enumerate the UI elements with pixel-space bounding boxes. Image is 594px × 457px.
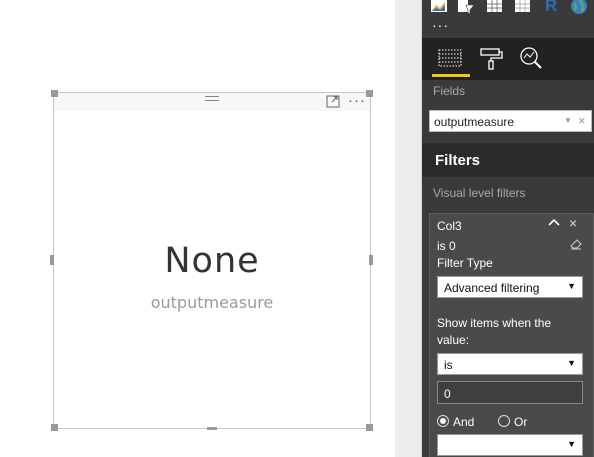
dropdown-arrow-icon: ▼	[567, 281, 576, 291]
card-label: outputmeasure	[150, 293, 274, 312]
second-condition-select[interactable]: ▼	[437, 434, 583, 456]
resize-handle-bottom-left[interactable]	[51, 424, 58, 431]
area-chart-icon[interactable]	[430, 0, 448, 14]
matrix-icon[interactable]	[514, 0, 532, 14]
fields-section-label: Fields	[433, 84, 466, 98]
or-label: Or	[514, 415, 528, 429]
chevron-down-icon[interactable]: ▼	[564, 116, 572, 125]
focus-mode-icon[interactable]	[326, 95, 340, 108]
resize-handle-top-right[interactable]	[366, 90, 373, 97]
filters-title: Filters	[435, 152, 481, 169]
pane-tabs	[422, 38, 594, 80]
visual-level-filters-label: Visual level filters	[433, 186, 526, 200]
remove-filter-icon[interactable]: ×	[569, 215, 577, 231]
resize-handle-left[interactable]	[50, 255, 54, 265]
analytics-tab-icon[interactable]	[516, 42, 546, 74]
field-well-value: outputmeasure	[434, 115, 515, 129]
and-label: And	[453, 415, 475, 429]
condition-value-input[interactable]: 0	[437, 381, 583, 404]
drag-handle-icon[interactable]	[205, 96, 219, 106]
filter-type-label: Filter Type	[437, 256, 493, 270]
card-visual[interactable]: ··· None outputmeasure	[53, 92, 371, 429]
report-canvas: ··· None outputmeasure	[0, 0, 395, 457]
filter-summary: is 0	[437, 239, 456, 253]
resize-handle-top-left[interactable]	[51, 90, 58, 97]
resize-handle-right[interactable]	[369, 255, 373, 265]
format-tab-icon[interactable]	[477, 42, 507, 74]
visualizations-pane: R ··· Fields outputmeasure ▼ × Filters V…	[422, 0, 594, 457]
pane-divider	[395, 0, 422, 457]
dropdown-arrow-icon: ▼	[567, 439, 576, 449]
filter-type-select[interactable]: Advanced filtering ▼	[437, 276, 583, 298]
condition-operator-select[interactable]: is ▼	[437, 353, 583, 375]
show-items-label: Show items when the value:	[437, 316, 552, 347]
radio-selected-icon	[437, 415, 449, 427]
r-visual-icon[interactable]: R	[545, 0, 563, 15]
fields-tab-icon[interactable]	[436, 42, 466, 74]
visual-header: ···	[54, 93, 370, 111]
radio-unselected-icon	[498, 415, 510, 427]
filter-field-name: Col3	[437, 219, 462, 233]
chevron-up-icon[interactable]	[548, 217, 560, 227]
resize-handle-bottom[interactable]	[207, 427, 217, 430]
condition-operator-value: is	[444, 358, 453, 372]
resize-handle-bottom-right[interactable]	[366, 424, 373, 431]
dropdown-arrow-icon: ▼	[567, 358, 576, 368]
close-icon[interactable]: ×	[578, 113, 586, 128]
funnel-icon[interactable]	[457, 0, 475, 14]
clear-filter-icon[interactable]	[569, 238, 583, 250]
card-value: None	[164, 241, 260, 281]
filter-type-value: Advanced filtering	[444, 281, 540, 295]
globe-icon[interactable]	[570, 0, 588, 14]
more-options-icon[interactable]: ···	[348, 93, 366, 108]
table-icon[interactable]	[486, 0, 504, 14]
condition-value-text: 0	[444, 387, 451, 401]
filter-card: Col3 × is 0 Filter Type Advanced filteri…	[429, 213, 594, 457]
field-well[interactable]: outputmeasure ▼ ×	[429, 110, 592, 132]
filters-header: Filters	[422, 143, 594, 177]
active-tab-indicator	[432, 74, 470, 77]
more-visuals-icon[interactable]: ···	[432, 18, 449, 32]
